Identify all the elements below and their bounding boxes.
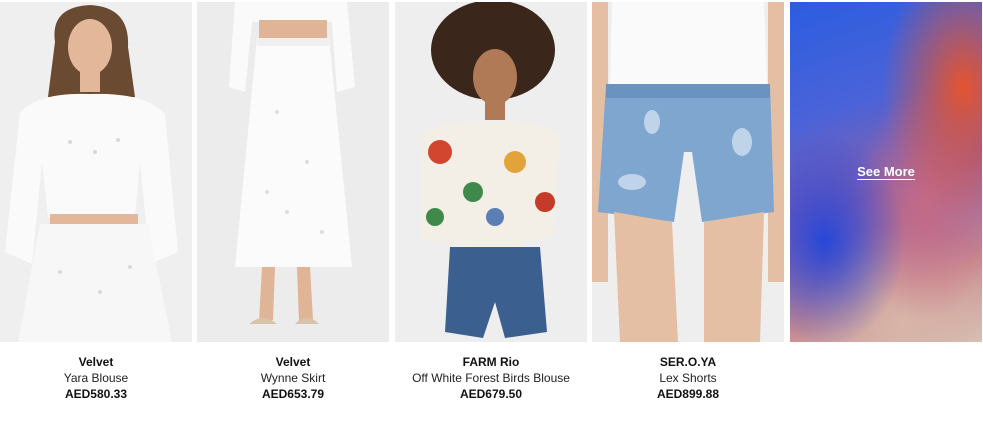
product-photo-illustration (592, 2, 784, 342)
product-info: Velvet Yara Blouse AED580.33 (0, 354, 192, 402)
product-brand[interactable]: Velvet (0, 354, 192, 370)
product-image[interactable] (0, 2, 192, 342)
product-image[interactable] (592, 2, 784, 342)
product-card[interactable]: Velvet Wynne Skirt AED653.79 (197, 2, 389, 402)
see-more-tile[interactable]: See More (790, 2, 982, 342)
product-price: AED580.33 (64, 387, 128, 401)
product-name[interactable]: Off White Forest Birds Blouse (395, 370, 587, 386)
product-name[interactable]: Lex Shorts (592, 370, 784, 386)
product-info: FARM Rio Off White Forest Birds Blouse A… (395, 354, 587, 402)
product-photo-illustration (0, 2, 192, 342)
product-price: AED653.79 (261, 387, 325, 401)
product-brand[interactable]: FARM Rio (395, 354, 587, 370)
product-image[interactable] (197, 2, 389, 342)
product-card[interactable]: FARM Rio Off White Forest Birds Blouse A… (395, 2, 587, 402)
product-photo-illustration (395, 2, 587, 342)
product-card[interactable]: SER.O.YA Lex Shorts AED899.88 (592, 2, 784, 402)
product-price: AED679.50 (459, 387, 523, 401)
product-price: AED899.88 (656, 387, 720, 401)
product-name[interactable]: Wynne Skirt (197, 370, 389, 386)
product-photo-illustration (197, 2, 389, 342)
see-more-link[interactable]: See More (790, 164, 982, 179)
product-brand[interactable]: Velvet (197, 354, 389, 370)
product-carousel: Velvet Yara Blouse AED580.33 Velvet Wynn… (0, 0, 983, 431)
product-info: Velvet Wynne Skirt AED653.79 (197, 354, 389, 402)
product-image[interactable] (395, 2, 587, 342)
product-card[interactable]: Velvet Yara Blouse AED580.33 (0, 2, 192, 402)
product-name[interactable]: Yara Blouse (0, 370, 192, 386)
product-info: SER.O.YA Lex Shorts AED899.88 (592, 354, 784, 402)
product-brand[interactable]: SER.O.YA (592, 354, 784, 370)
